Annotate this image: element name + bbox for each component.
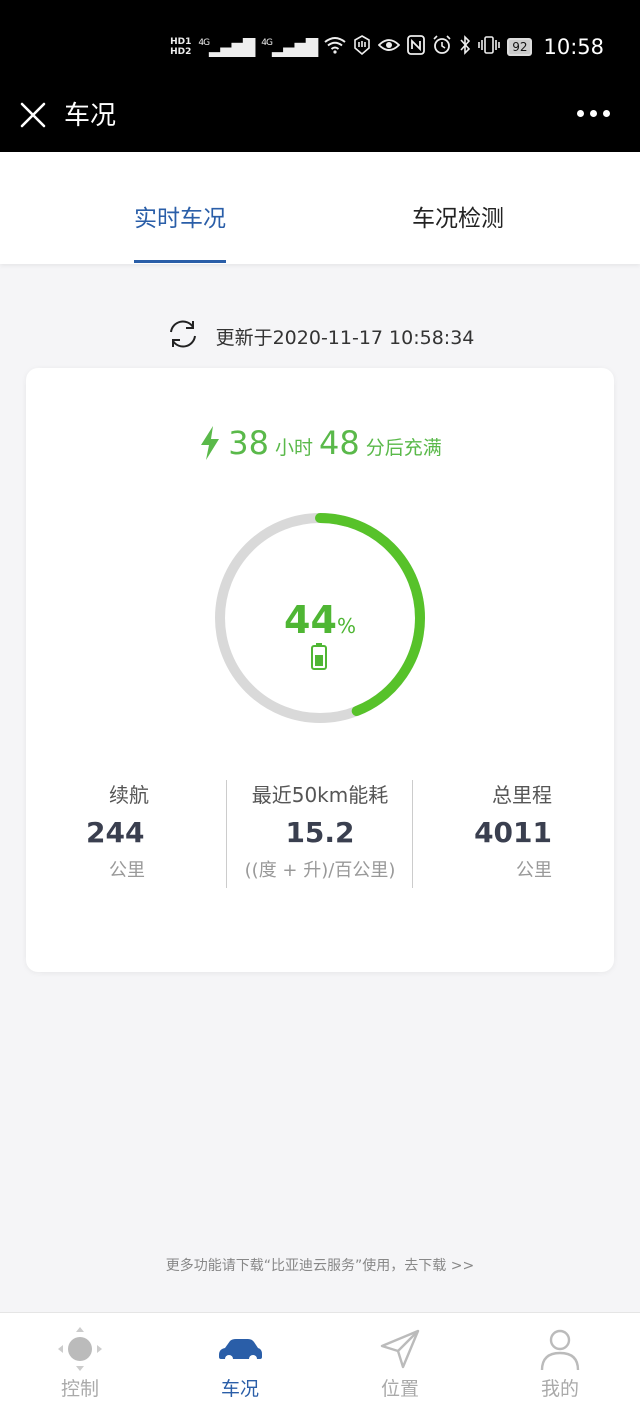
- hand-icon: [353, 35, 371, 59]
- tab-realtime-status[interactable]: 实时车况: [134, 204, 226, 234]
- charge-minutes-unit: 分后充满: [365, 437, 442, 459]
- stats-row: 续航 244 公里 最近50km能耗 15.2 ((度 + 升)/百公里) 总里…: [26, 780, 614, 890]
- status-icons: HD1 HD2 4G▂▄▆█ 4G▂▄▆█ 92 10:58: [170, 30, 604, 64]
- refresh-icon: [169, 320, 196, 347]
- hd1-label: HD1: [170, 37, 192, 47]
- tab-bar: 实时车况 车况检测: [0, 152, 640, 264]
- stat-value: 244: [86, 816, 145, 849]
- more-button[interactable]: [577, 110, 610, 117]
- nav-label: 车况: [220, 1378, 259, 1400]
- vibrate-icon: [478, 35, 500, 59]
- hd-icon: HD1 HD2: [170, 37, 191, 57]
- tab-status-check[interactable]: 车况检测: [412, 204, 504, 234]
- signal-icon-2: 4G▂▄▆█: [261, 37, 318, 57]
- nav-label: 控制: [60, 1378, 99, 1400]
- nfc-icon: [407, 35, 426, 59]
- battery-icon: [311, 643, 327, 670]
- status-card: 38 小时 48 分后充满 44% 续航 244 公里 最近50km能耗 15.…: [26, 368, 614, 972]
- divider: [412, 780, 413, 888]
- stat-consumption: 最近50km能耗 15.2 ((度 + 升)/百公里): [226, 780, 414, 886]
- nav-location[interactable]: 位置: [320, 1325, 480, 1403]
- app-header: 车况: [0, 80, 640, 152]
- lightning-icon: [201, 426, 220, 460]
- bottom-nav: 控制 车况 位置 我的: [0, 1312, 640, 1408]
- status-bar: HD1 HD2 4G▂▄▆█ 4G▂▄▆█ 92 10:58: [0, 0, 640, 80]
- download-promo-link[interactable]: 更多功能请下载“比亚迪云服务”使用，去下载 >>: [0, 1255, 640, 1275]
- stat-unit: ((度 + 升)/百公里): [244, 860, 396, 881]
- stat-value: 15.2: [285, 816, 355, 849]
- battery-percent-unit: %: [336, 614, 356, 638]
- stat-total-mileage: 总里程 4011 公里: [442, 780, 552, 886]
- battery-icon: 92: [507, 38, 533, 56]
- update-time: 更新于2020-11-17 10:58:34: [215, 326, 475, 349]
- nav-label: 我的: [540, 1378, 579, 1400]
- nav-label: 位置: [380, 1378, 419, 1400]
- stat-unit: 公里: [109, 860, 145, 881]
- more-icon-dot: [590, 110, 597, 117]
- hd2-label: HD2: [170, 47, 192, 57]
- control-icon: [58, 1327, 102, 1371]
- charge-remaining: 38 小时 48 分后充满: [26, 424, 614, 462]
- eye-icon: [377, 37, 401, 57]
- nav-control[interactable]: 控制: [0, 1325, 160, 1403]
- close-button[interactable]: [20, 102, 46, 128]
- signal-icon: 4G▂▄▆█: [198, 37, 255, 57]
- charge-minutes: 48: [319, 424, 360, 462]
- stat-value: 4011: [474, 816, 552, 849]
- location-icon: [380, 1329, 420, 1369]
- close-icon: [20, 102, 46, 128]
- stat-label: 总里程: [492, 783, 552, 807]
- update-row: 更新于2020-11-17 10:58:34: [0, 318, 640, 354]
- more-icon-dot: [577, 110, 584, 117]
- page-title: 车况: [64, 101, 117, 131]
- stat-label: 续航: [109, 783, 149, 807]
- battery-percent: 44%: [26, 598, 614, 642]
- charge-hours-unit: 小时: [274, 437, 313, 459]
- stat-label: 最近50km能耗: [251, 783, 389, 807]
- car-icon: [219, 1339, 262, 1363]
- alarm-icon: [432, 35, 452, 59]
- stat-range: 续航 244 公里: [86, 780, 196, 886]
- tab-underline: [134, 260, 226, 263]
- more-icon-dot: [603, 110, 610, 117]
- clock: 10:58: [543, 35, 604, 59]
- nav-me[interactable]: 我的: [480, 1325, 640, 1403]
- charge-hours: 38: [228, 424, 269, 462]
- nav-car-status[interactable]: 车况: [160, 1325, 320, 1403]
- wifi-icon: [324, 36, 346, 58]
- bluetooth-icon: [459, 35, 471, 59]
- refresh-button[interactable]: [166, 317, 200, 356]
- stat-unit: 公里: [516, 860, 552, 881]
- battery-percent-value: 44: [284, 598, 337, 642]
- user-icon: [540, 1329, 580, 1371]
